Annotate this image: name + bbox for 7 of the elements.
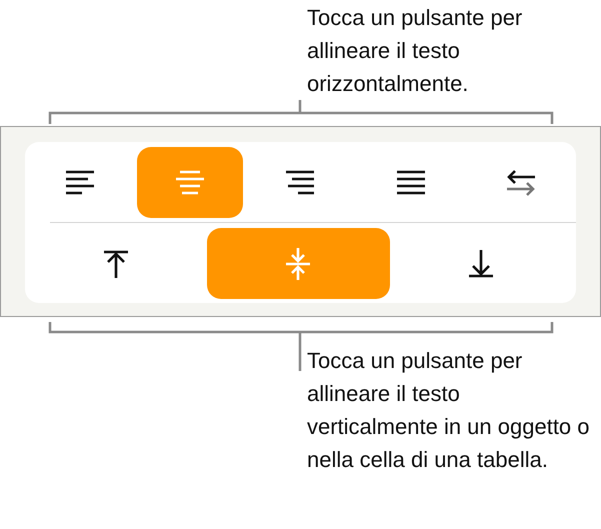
align-right-icon	[284, 169, 316, 196]
justify-icon	[394, 169, 427, 196]
align-left-icon	[64, 169, 96, 196]
callout-text: Tocca un pulsante per allineare il testo orizzontalmente.	[307, 4, 524, 98]
align-center-icon	[174, 169, 206, 196]
callout-text: Tocca un pulsante per allineare il testo verticalmente in un oggetto o nella cella di una tabella.	[307, 347, 591, 474]
swap-arrows-icon	[504, 169, 537, 196]
